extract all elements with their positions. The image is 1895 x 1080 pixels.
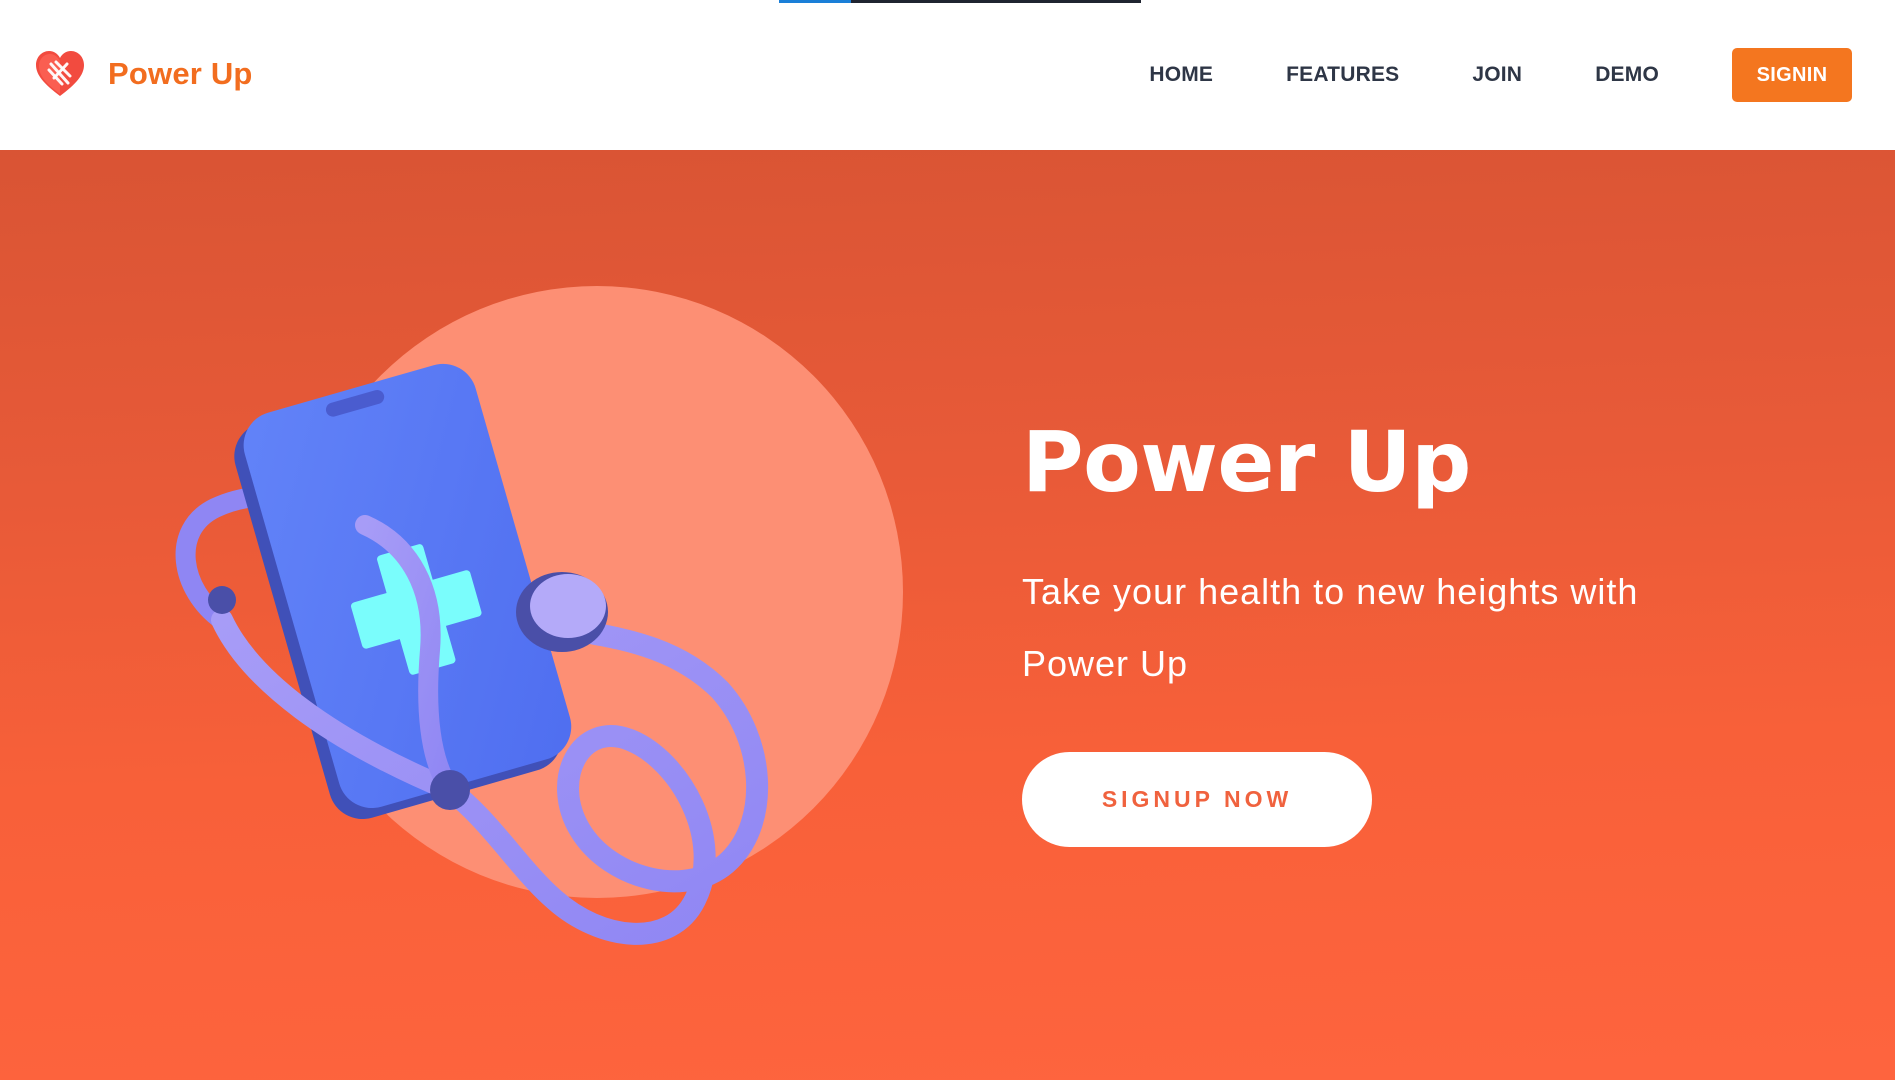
page-loading-bar — [779, 0, 1141, 3]
nav-item-home[interactable]: HOME — [1149, 63, 1213, 87]
signin-button[interactable]: SIGNIN — [1732, 48, 1852, 102]
nav-item-join[interactable]: JOIN — [1472, 63, 1522, 87]
heart-pulse-logo-icon — [36, 51, 84, 96]
loading-bar-fill — [779, 0, 852, 3]
stethoscope-chestpiece-icon — [516, 572, 608, 652]
hero-content: Power Up Take your health to new heights… — [1022, 420, 1742, 847]
main-nav: HOME FEATURES JOIN DEMO SIGNIN — [1149, 48, 1852, 102]
phone-with-stethoscope-illustration — [175, 286, 903, 945]
page: Power Up HOME FEATURES JOIN DEMO SIGNIN — [0, 0, 1895, 1080]
brand-name: Power Up — [108, 56, 253, 91]
hero-title: Power Up — [1022, 413, 1471, 511]
signup-now-button[interactable]: SIGNUP NOW — [1022, 752, 1372, 847]
nav-item-demo[interactable]: DEMO — [1595, 63, 1659, 87]
site-header: Power Up HOME FEATURES JOIN DEMO SIGNIN — [0, 0, 1895, 150]
hero-subtitle: Take your health to new heights with Pow… — [1022, 571, 1639, 684]
brand-home-link[interactable]: Power Up — [34, 48, 253, 100]
nav-item-features[interactable]: FEATURES — [1286, 63, 1399, 87]
hero-section: Power Up Take your health to new heights… — [0, 150, 1895, 1080]
